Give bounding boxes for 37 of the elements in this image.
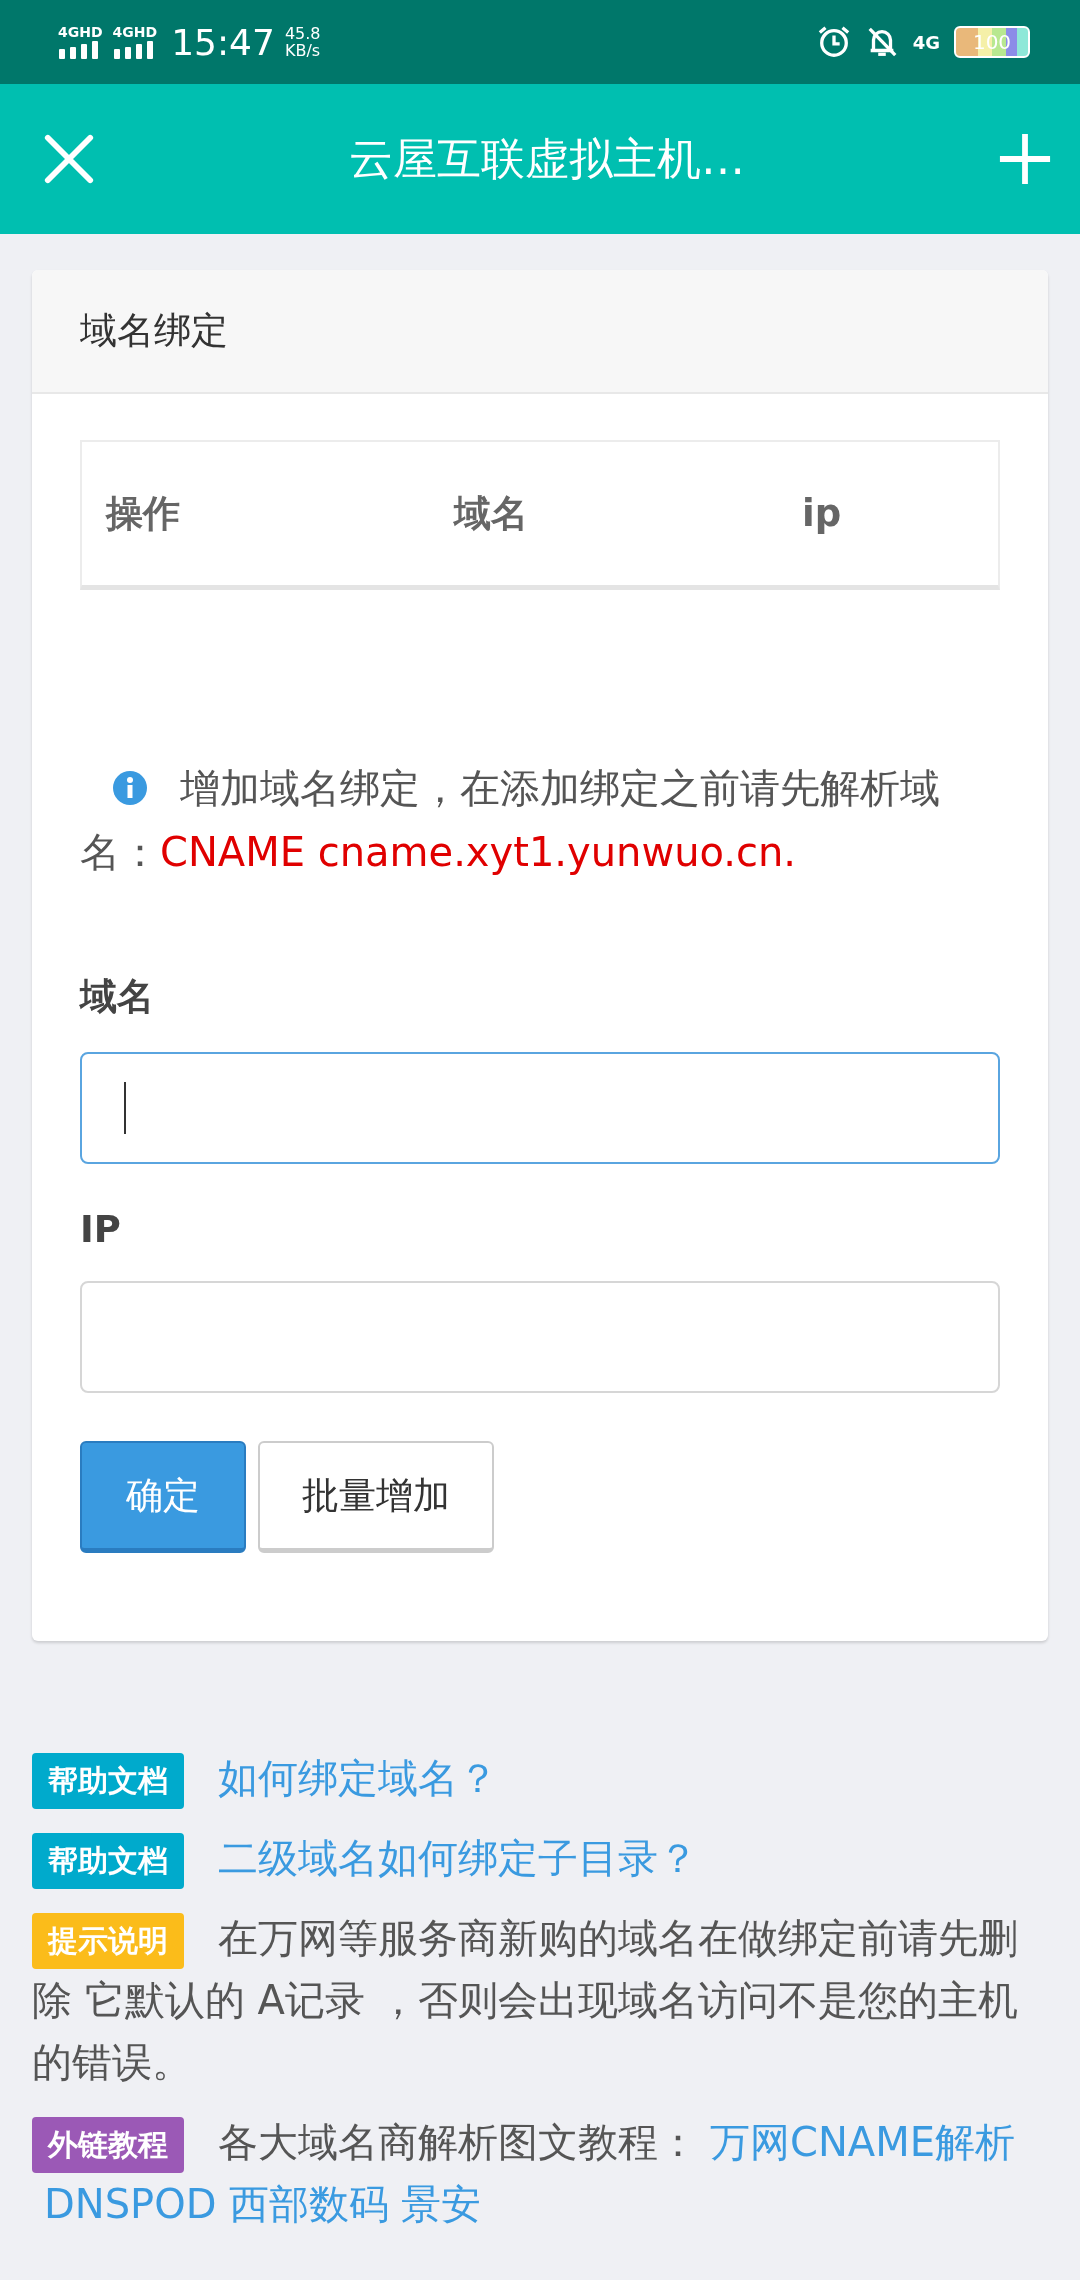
column-header: 操作: [106, 490, 180, 537]
close-icon[interactable]: [42, 132, 96, 186]
tag-label: 帮助文档: [32, 1833, 184, 1889]
alarm-clock-icon: [816, 25, 851, 59]
network-label: 4G: [912, 31, 940, 53]
batch-add-button[interactable]: 批量增加: [258, 1441, 494, 1553]
tutorial-link[interactable]: 万网CNAME解析: [710, 2119, 1015, 2165]
card-title: 域名绑定: [80, 308, 228, 354]
input-field[interactable]: [80, 1281, 1000, 1393]
signal-label: 4GHD: [58, 25, 103, 39]
help-link[interactable]: 二级域名如何绑定子目录？: [218, 1835, 698, 1881]
signal-label: 4GHD: [112, 25, 158, 39]
plus-icon[interactable]: [998, 132, 1052, 186]
speed-value: 45.8: [284, 25, 321, 42]
info-icon: [112, 770, 148, 806]
column-header: ip: [802, 492, 842, 535]
tag-label: 帮助文档: [32, 1753, 184, 1809]
column-header: 域名: [454, 490, 528, 537]
help-link[interactable]: 如何绑定域名？: [218, 1755, 498, 1801]
field-label: IP: [80, 1208, 122, 1251]
notice-text: 增加域名绑定，在添加绑定之前请先解析域名：CNAME cname.xyt1.yunwuo.cn.: [80, 764, 941, 877]
tutorial-link[interactable]: DNSPOD: [44, 2181, 217, 2227]
tip-text: 提示说明 在万网等服务商新购的域名在做绑定前请先删除 它默认的 A记录 ，否则会出现域名访问不是您的主机的错误。: [32, 1912, 1019, 2087]
confirm-button[interactable]: 确定: [80, 1441, 246, 1553]
field-label: 域名: [80, 974, 155, 1020]
signal-icon: [112, 41, 155, 59]
speed-unit: KB/s: [284, 42, 321, 59]
tutorial-link[interactable]: 西部数码: [228, 2181, 389, 2227]
tag-label: 提示说明: [32, 1913, 184, 1969]
tag-label: 外链教程: [32, 2117, 184, 2173]
page-title: 云屋互联虚拟主机…: [349, 131, 745, 186]
tutorial-text: 各大域名商解析图文教程：: [218, 2119, 698, 2165]
input-field[interactable]: [80, 1052, 1000, 1164]
signal-icon: [58, 41, 100, 59]
tutorial-link[interactable]: 景安: [400, 2181, 481, 2227]
battery-icon: 100: [954, 26, 1030, 58]
clock-time: 15:47: [171, 21, 275, 63]
